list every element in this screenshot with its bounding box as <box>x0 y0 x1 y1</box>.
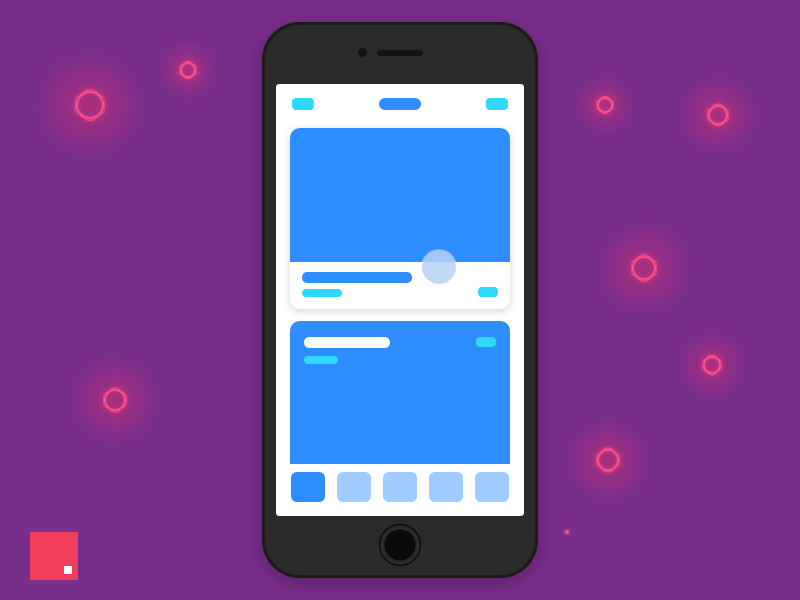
header-title-pill <box>379 98 421 110</box>
dribbble-ball-icon <box>597 97 613 113</box>
brand-logo <box>30 532 78 580</box>
phone-screen <box>276 84 524 516</box>
phone-frame <box>262 22 538 578</box>
card2-title-placeholder <box>304 337 390 348</box>
card-subtitle-placeholder <box>302 289 342 297</box>
background-glow <box>678 75 758 155</box>
card-title-placeholder <box>302 272 412 283</box>
background-glow <box>566 418 651 503</box>
tab-5[interactable] <box>475 472 509 502</box>
card2-badge[interactable] <box>476 337 496 347</box>
home-button[interactable] <box>379 524 421 566</box>
content-scroll[interactable] <box>276 124 524 464</box>
background-dot <box>565 530 569 534</box>
card-body <box>290 262 510 309</box>
tab-3[interactable] <box>383 472 417 502</box>
phone-camera <box>358 48 367 57</box>
dribbble-ball-icon <box>703 356 721 374</box>
background-glow <box>35 50 145 160</box>
tab-2[interactable] <box>337 472 371 502</box>
dribbble-ball-icon <box>708 105 728 125</box>
card2-subtitle-placeholder <box>304 356 338 364</box>
dribbble-ball-icon <box>597 449 619 471</box>
background-glow <box>70 355 160 445</box>
dribbble-ball-icon <box>76 91 104 119</box>
background-glow <box>677 330 747 400</box>
card-hero-image <box>290 128 510 262</box>
header-left-icon[interactable] <box>292 98 314 110</box>
header-right-icon[interactable] <box>486 98 508 110</box>
app-header <box>276 84 524 124</box>
dribbble-ball-icon <box>180 62 196 78</box>
feed-card-1[interactable] <box>290 128 510 309</box>
dribbble-ball-icon <box>104 389 126 411</box>
tab-1[interactable] <box>291 472 325 502</box>
dribbble-ball-icon <box>632 256 656 280</box>
card-badge[interactable] <box>478 287 498 297</box>
phone-speaker <box>377 50 423 56</box>
feed-card-2[interactable] <box>290 321 510 464</box>
background-glow <box>597 221 692 316</box>
background-glow <box>158 40 218 100</box>
tab-bar <box>276 464 524 516</box>
tab-4[interactable] <box>429 472 463 502</box>
background-glow <box>575 75 635 135</box>
